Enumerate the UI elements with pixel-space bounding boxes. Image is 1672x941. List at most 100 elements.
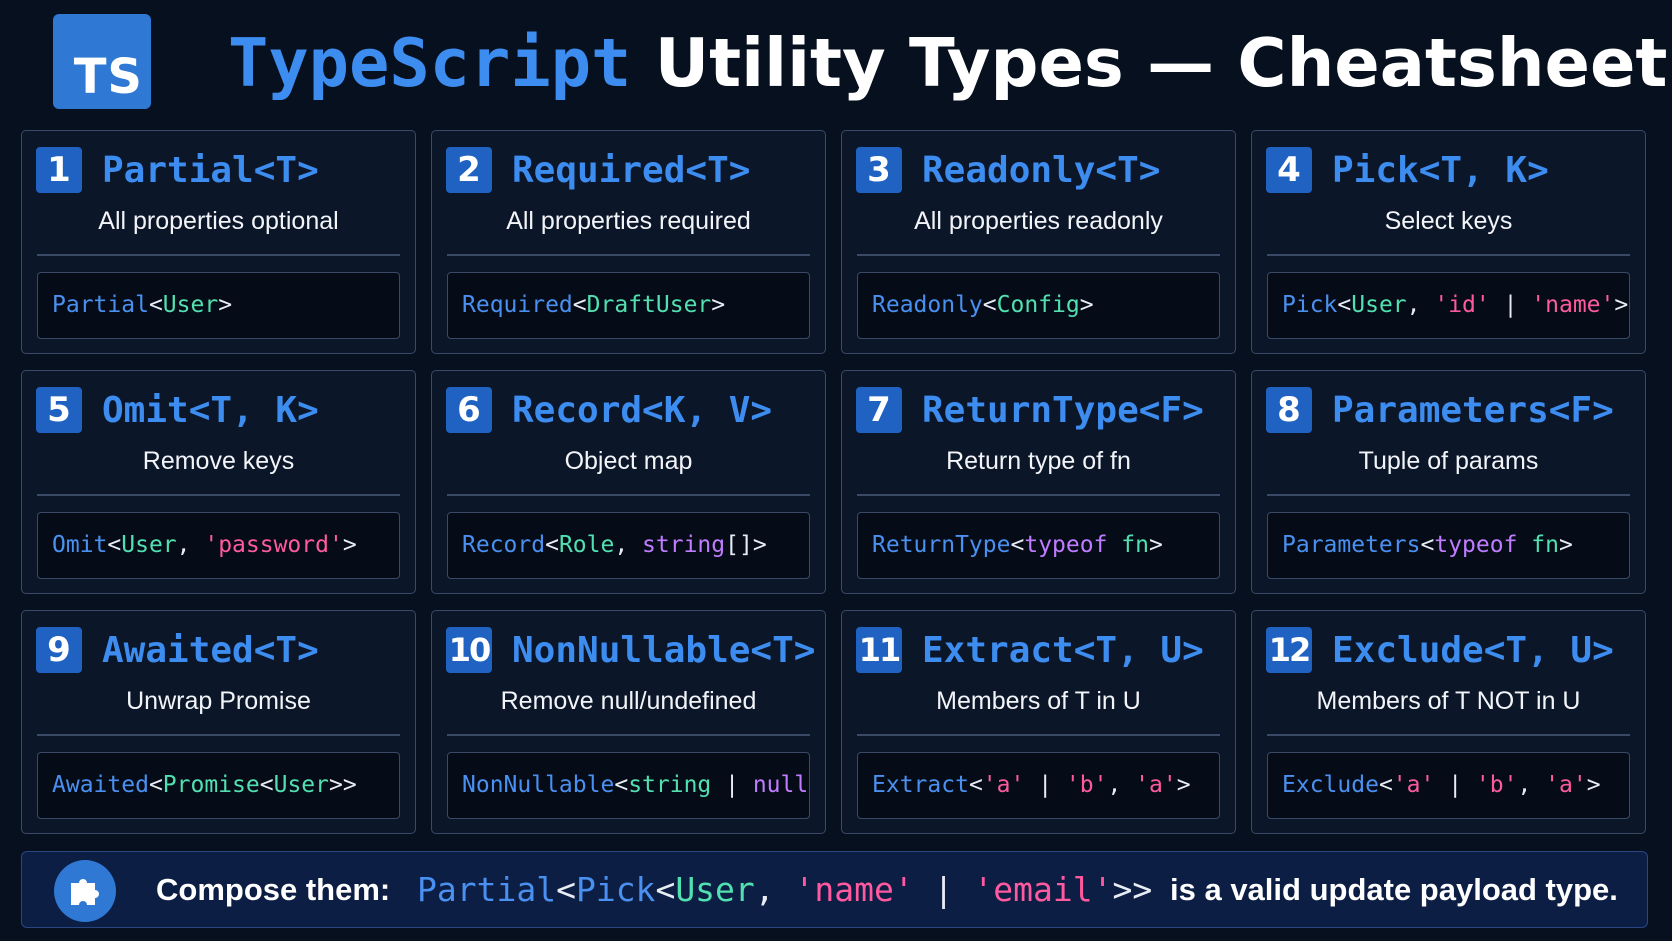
code-token: Readonly: [872, 292, 983, 318]
code-token: User: [162, 292, 219, 318]
code-token: Awaited: [52, 772, 149, 798]
card-type-name: Omit<T, K>: [102, 390, 319, 431]
code-token: <: [148, 772, 163, 798]
code-example: Required<DraftUser>: [447, 272, 810, 339]
code-token: >: [1558, 532, 1573, 558]
code-token: 'a': [982, 772, 1025, 798]
code-example: ReturnType<typeof fn>: [857, 512, 1220, 579]
card-number: 2: [446, 147, 492, 193]
code-example: Record<Role, string[]>: [447, 512, 810, 579]
code-token: Extract: [872, 772, 969, 798]
code-token: 'b': [1065, 772, 1108, 798]
code-token: 'email': [973, 870, 1113, 909]
code-token: Record: [462, 532, 546, 558]
code-token: string: [642, 532, 726, 558]
card-divider: [857, 494, 1220, 496]
card-partial: 1 Partial<T> All properties optional Par…: [21, 130, 416, 354]
code-token: Parameters: [1282, 532, 1421, 558]
code-example: NonNullable<string | null>: [447, 752, 810, 819]
code-token: Promise: [162, 772, 260, 798]
code-token: <: [1378, 772, 1393, 798]
code-token: User: [273, 772, 329, 798]
code-token: >>: [1112, 870, 1153, 909]
card-required: 2 Required<T> All properties required Re…: [431, 130, 826, 354]
code-token: |: [913, 870, 974, 909]
card-type-name: Exclude<T, U>: [1332, 630, 1614, 671]
code-token: >: [1148, 532, 1163, 558]
card-type-name: Pick<T, K>: [1332, 150, 1549, 191]
code-example: Parameters<typeof fn>: [1267, 512, 1630, 579]
card-description: Return type of fn: [946, 447, 1131, 475]
code-token: 'a': [1392, 772, 1435, 798]
code-token: typeof: [1024, 532, 1108, 558]
page-title: TypeScript Utility Types — Cheatsheet: [228, 18, 1667, 108]
puzzle-icon: [54, 860, 116, 922]
card-type-name: NonNullable<T>: [512, 630, 816, 671]
code-token: []>: [725, 532, 767, 558]
card-divider: [447, 734, 810, 736]
code-token: Role: [558, 532, 615, 558]
code-token: ,: [1406, 292, 1435, 318]
code-token: ,: [614, 532, 643, 558]
code-token: <: [107, 532, 122, 558]
code-token: >: [808, 772, 809, 798]
card-description: Tuple of params: [1358, 447, 1539, 475]
card-number: 7: [856, 387, 902, 433]
card-number: 12: [1266, 627, 1312, 673]
code-token: >>: [328, 772, 357, 798]
cheatsheet-grid: 1 Partial<T> All properties optional Par…: [21, 130, 1646, 834]
code-token: <: [1420, 532, 1435, 558]
card-pick: 4 Pick<T, K> Select keys Pick<User, 'id'…: [1251, 130, 1646, 354]
code-token: <: [655, 870, 676, 909]
code-example: Omit<User, 'password'>: [37, 512, 400, 579]
card-returntype: 7 ReturnType<F> Return type of fn Return…: [841, 370, 1236, 594]
title-highlight: TypeScript: [228, 24, 632, 102]
code-token: User: [1351, 292, 1407, 318]
code-example: Awaited<Promise<User>>: [37, 752, 400, 819]
card-description: Members of T in U: [936, 687, 1141, 715]
code-token: User: [675, 870, 755, 909]
card-description: Remove null/undefined: [500, 687, 757, 715]
code-token: User: [121, 532, 177, 558]
logo-text: TS: [73, 49, 143, 105]
code-token: Partial: [417, 870, 557, 909]
code-token: Partial: [52, 292, 149, 318]
card-number: 3: [856, 147, 902, 193]
card-type-name: Awaited<T>: [102, 630, 319, 671]
code-token: >: [218, 292, 233, 318]
code-token: <: [614, 772, 629, 798]
code-token: >: [1614, 292, 1629, 318]
code-token: NonNullable: [462, 772, 615, 798]
code-example: Exclude<'a' | 'b', 'a'>: [1267, 752, 1630, 819]
code-token: >: [342, 532, 357, 558]
code-token: <: [982, 292, 997, 318]
card-description: Select keys: [1384, 207, 1513, 235]
card-description: All properties readonly: [914, 207, 1163, 235]
code-token: ,: [754, 870, 795, 909]
card-number: 4: [1266, 147, 1312, 193]
code-token: ReturnType: [872, 532, 1011, 558]
card-divider: [1267, 734, 1630, 736]
card-type-name: Parameters<F>: [1332, 390, 1614, 431]
card-divider: [447, 494, 810, 496]
card-description: All properties optional: [98, 207, 339, 235]
code-token: 'b': [1475, 772, 1518, 798]
card-number: 1: [36, 147, 82, 193]
code-token: null: [752, 772, 809, 798]
code-example: Pick<User, 'id' | 'name'>: [1267, 272, 1630, 339]
card-divider: [37, 494, 400, 496]
code-token: fn: [1107, 532, 1149, 558]
code-token: >: [1176, 772, 1191, 798]
card-readonly: 3 Readonly<T> All properties readonly Re…: [841, 130, 1236, 354]
code-token: ,: [176, 532, 205, 558]
code-token: |: [711, 772, 753, 798]
card-nonnullable: 10 NonNullable<T> Remove null/undefined …: [431, 610, 826, 834]
card-number: 5: [36, 387, 82, 433]
card-extract: 11 Extract<T, U> Members of T in U Extra…: [841, 610, 1236, 834]
compose-tip-banner: Compose them: Partial<Pick<User, 'name' …: [21, 851, 1648, 928]
compose-description: is a valid update payload type.: [1170, 872, 1618, 907]
code-token: 'id': [1434, 292, 1490, 318]
code-token: Omit: [52, 532, 108, 558]
code-token: <: [545, 532, 559, 558]
code-example: Partial<User>: [37, 272, 400, 339]
